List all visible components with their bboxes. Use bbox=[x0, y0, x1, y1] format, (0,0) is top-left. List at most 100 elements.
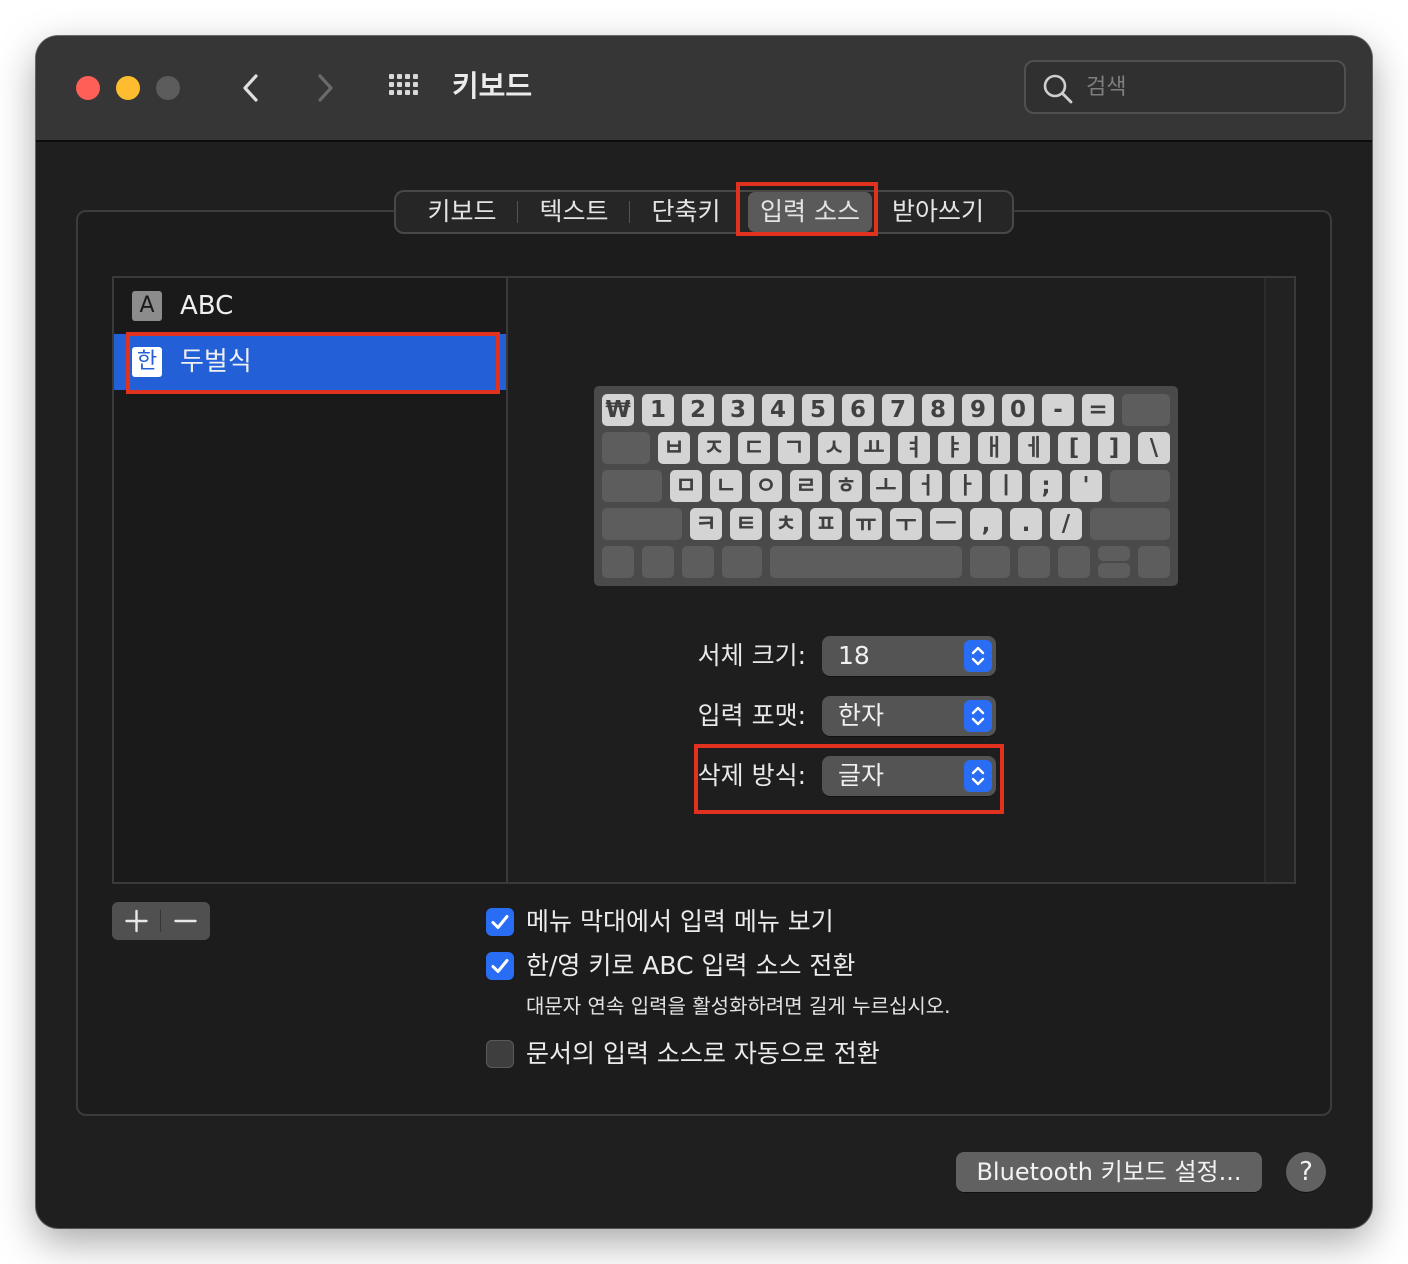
key: ㅐ bbox=[978, 432, 1010, 464]
key: ㅊ bbox=[770, 508, 802, 540]
key: ㅑ bbox=[938, 432, 970, 464]
system-preferences-window: 키보드 키보드 텍스트 단축키 입력 소스 받아쓰기 A ABC 한 두벌식 bbox=[36, 36, 1372, 1228]
key: ㅈ bbox=[698, 432, 730, 464]
key-left-shift bbox=[602, 508, 682, 540]
close-window-button[interactable] bbox=[76, 76, 100, 100]
key: ; bbox=[1030, 470, 1062, 502]
abc-source-icon: A bbox=[132, 291, 162, 321]
key: ㅎ bbox=[830, 470, 862, 502]
key: ㅛ bbox=[858, 432, 890, 464]
key: ㅓ bbox=[910, 470, 942, 502]
key: 7 bbox=[882, 394, 914, 426]
key: ㅂ bbox=[658, 432, 690, 464]
delete-mode-label: 삭제 방식: bbox=[697, 761, 806, 790]
forward-button[interactable] bbox=[304, 68, 344, 108]
key-option-right bbox=[1018, 546, 1050, 578]
key: ㄹ bbox=[790, 470, 822, 502]
key: 4 bbox=[762, 394, 794, 426]
detail-scrollbar[interactable] bbox=[1264, 278, 1294, 882]
key: = bbox=[1082, 394, 1114, 426]
checkmark-icon bbox=[491, 959, 509, 973]
auto-switch-document-checkbox[interactable] bbox=[486, 1040, 514, 1068]
key: ㅕ bbox=[898, 432, 930, 464]
input-source-list: A ABC 한 두벌식 bbox=[112, 276, 506, 884]
hanyoung-switch-checkbox[interactable] bbox=[486, 952, 514, 980]
key: ] bbox=[1098, 432, 1130, 464]
show-all-button[interactable] bbox=[386, 70, 426, 106]
key: ㅋ bbox=[690, 508, 722, 540]
key: 3 bbox=[722, 394, 754, 426]
list-add-remove-control bbox=[112, 902, 210, 940]
delete-mode-popup[interactable]: 글자 bbox=[822, 756, 996, 796]
key: / bbox=[1050, 508, 1082, 540]
tab-shortcuts[interactable]: 단축키 bbox=[630, 192, 742, 232]
key: . bbox=[1010, 508, 1042, 540]
add-source-button[interactable] bbox=[112, 902, 161, 940]
search-field[interactable] bbox=[1024, 60, 1346, 114]
show-input-menu-label[interactable]: 메뉴 막대에서 입력 메뉴 보기 bbox=[526, 902, 834, 942]
input-source-abc[interactable]: A ABC bbox=[114, 278, 506, 334]
input-source-label: 두벌식 bbox=[180, 347, 252, 377]
zoom-window-button[interactable] bbox=[156, 76, 180, 100]
key: ' bbox=[1070, 470, 1102, 502]
key: \ bbox=[1138, 432, 1170, 464]
key: 5 bbox=[802, 394, 834, 426]
input-source-label: ABC bbox=[180, 291, 234, 321]
key: ㄱ bbox=[778, 432, 810, 464]
key: 1 bbox=[642, 394, 674, 426]
key-option bbox=[682, 546, 714, 578]
key: 8 bbox=[922, 394, 954, 426]
key: ₩ bbox=[602, 394, 634, 426]
hanyoung-switch-hint: 대문자 연속 입력을 활성화하려면 길게 누르십시오. bbox=[526, 994, 951, 1018]
input-format-label: 입력 포맷: bbox=[697, 701, 806, 730]
key-arrow-right bbox=[1138, 546, 1170, 578]
search-input[interactable] bbox=[1086, 62, 1336, 112]
input-source-2set-korean[interactable]: 한 두벌식 bbox=[114, 334, 506, 390]
key-control bbox=[642, 546, 674, 578]
key-return bbox=[1110, 470, 1170, 502]
hanyoung-switch-label[interactable]: 한/영 키로 ABC 입력 소스 전환 bbox=[526, 946, 855, 986]
minus-icon bbox=[174, 919, 197, 923]
tab-input-sources[interactable]: 입력 소스 bbox=[748, 192, 872, 232]
font-size-value: 18 bbox=[838, 641, 870, 670]
input-format-popup[interactable]: 한자 bbox=[822, 696, 996, 736]
hangul-source-icon: 한 bbox=[132, 347, 162, 377]
key-fn bbox=[602, 546, 634, 578]
key: , bbox=[970, 508, 1002, 540]
bluetooth-keyboard-setup-button[interactable]: Bluetooth 키보드 설정... bbox=[956, 1152, 1262, 1192]
key: [ bbox=[1058, 432, 1090, 464]
tab-bar: 키보드 텍스트 단축키 입력 소스 받아쓰기 bbox=[394, 190, 1014, 234]
show-input-menu-checkbox[interactable] bbox=[486, 908, 514, 936]
plus-icon bbox=[125, 909, 148, 933]
key: ㄷ bbox=[738, 432, 770, 464]
back-button[interactable] bbox=[232, 68, 272, 108]
key: ㅇ bbox=[750, 470, 782, 502]
input-format-value: 한자 bbox=[838, 701, 885, 730]
up-down-chevron-icon bbox=[964, 640, 992, 672]
key: ㄴ bbox=[710, 470, 742, 502]
tab-text[interactable]: 텍스트 bbox=[518, 192, 630, 232]
key: ㅁ bbox=[670, 470, 702, 502]
key-arrow-up bbox=[1098, 546, 1130, 561]
font-size-popup[interactable]: 18 bbox=[822, 636, 996, 676]
minimize-window-button[interactable] bbox=[116, 76, 140, 100]
key: 2 bbox=[682, 394, 714, 426]
tab-keyboard[interactable]: 키보드 bbox=[406, 192, 518, 232]
key-caps-lock bbox=[602, 470, 662, 502]
remove-source-button[interactable] bbox=[161, 902, 210, 940]
key: ㅠ bbox=[850, 508, 882, 540]
key: - bbox=[1042, 394, 1074, 426]
checkmark-icon bbox=[491, 915, 509, 929]
key: ㅗ bbox=[870, 470, 902, 502]
key-arrow-left bbox=[1058, 546, 1090, 578]
auto-switch-document-label[interactable]: 문서의 입력 소스로 자동으로 전환 bbox=[526, 1034, 880, 1074]
search-icon bbox=[1043, 74, 1073, 104]
key-space bbox=[770, 546, 962, 578]
key-command bbox=[722, 546, 762, 578]
key: ㅌ bbox=[730, 508, 762, 540]
key-right-shift bbox=[1090, 508, 1170, 540]
help-button[interactable]: ? bbox=[1286, 1152, 1326, 1192]
keyboard-preview: ₩ 1 2 3 4 5 6 7 8 9 0 - = ㅂ ㅈ ㄷ ㄱ ㅅ ㅛ ㅕ … bbox=[594, 386, 1178, 586]
tab-dictation[interactable]: 받아쓰기 bbox=[872, 192, 1004, 232]
grid-icon bbox=[389, 74, 418, 95]
